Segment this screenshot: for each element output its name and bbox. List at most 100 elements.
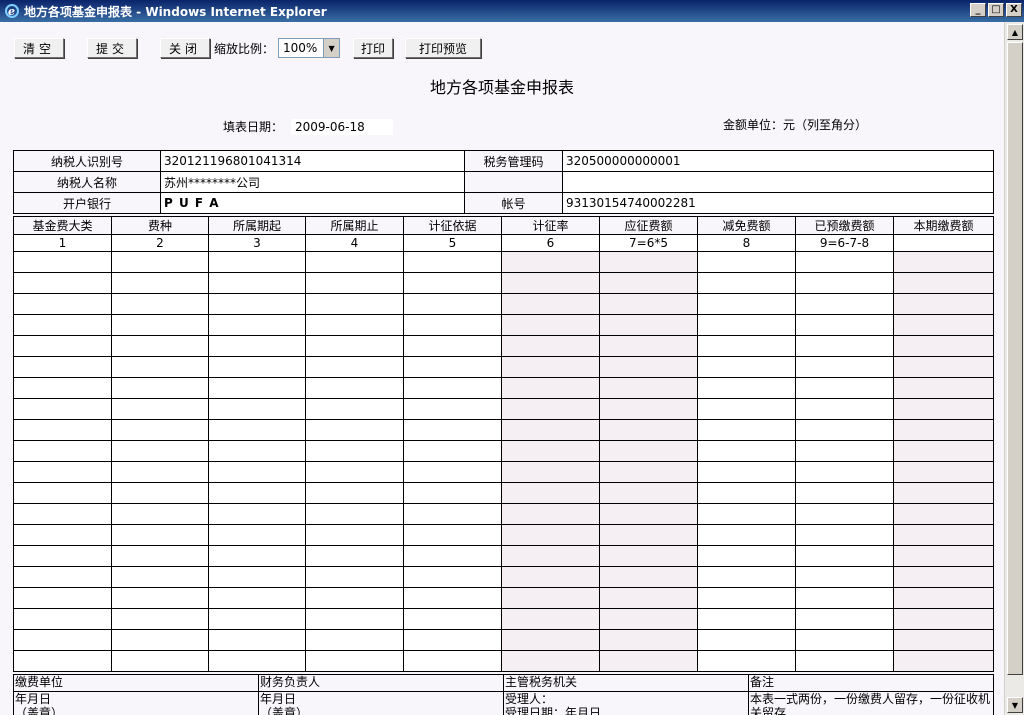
entry-cell[interactable] [599,629,698,651]
entry-cell[interactable] [111,440,209,462]
entry-cell[interactable] [697,650,796,672]
entry-cell[interactable] [697,419,796,441]
scroll-thumb[interactable] [1007,42,1023,675]
entry-cell[interactable] [599,503,698,525]
entry-cell[interactable] [501,377,600,399]
scroll-down-icon[interactable]: ▼ [1007,697,1023,713]
entry-cell[interactable] [501,314,600,336]
entry-cell[interactable] [893,545,994,567]
entry-cell[interactable] [13,503,112,525]
entry-cell[interactable] [111,650,209,672]
entry-cell[interactable] [208,272,306,294]
entry-cell[interactable] [305,335,404,357]
entry-cell[interactable] [697,251,796,273]
entry-cell[interactable] [403,272,502,294]
entry-cell[interactable] [697,461,796,483]
entry-cell[interactable] [795,503,894,525]
entry-cell[interactable] [111,272,209,294]
entry-cell[interactable] [13,440,112,462]
entry-cell[interactable] [403,398,502,420]
entry-cell[interactable] [208,335,306,357]
entry-cell[interactable] [111,314,209,336]
entry-cell[interactable] [501,461,600,483]
entry-cell[interactable] [697,335,796,357]
entry-cell[interactable] [13,356,112,378]
entry-cell[interactable] [13,566,112,588]
entry-cell[interactable] [208,545,306,567]
fill-date-value[interactable]: 2009-06-18 [291,118,394,135]
entry-cell[interactable] [208,461,306,483]
print-preview-button[interactable]: 打印预览 [405,38,482,58]
entry-cell[interactable] [697,566,796,588]
entry-cell[interactable] [697,545,796,567]
entry-cell[interactable] [208,293,306,315]
entry-cell[interactable] [403,482,502,504]
entry-cell[interactable] [501,482,600,504]
entry-cell[interactable] [501,293,600,315]
entry-cell[interactable] [13,524,112,546]
entry-cell[interactable] [893,650,994,672]
entry-cell[interactable] [893,335,994,357]
entry-cell[interactable] [795,545,894,567]
entry-cell[interactable] [599,461,698,483]
entry-cell[interactable] [501,545,600,567]
entry-cell[interactable] [501,398,600,420]
entry-cell[interactable] [403,251,502,273]
entry-cell[interactable] [501,608,600,630]
entry-cell[interactable] [13,650,112,672]
entry-cell[interactable] [305,356,404,378]
entry-cell[interactable] [403,314,502,336]
entry-cell[interactable] [795,314,894,336]
entry-cell[interactable] [13,629,112,651]
entry-cell[interactable] [13,251,112,273]
entry-cell[interactable] [795,398,894,420]
entry-cell[interactable] [795,629,894,651]
entry-cell[interactable] [795,440,894,462]
entry-cell[interactable] [208,314,306,336]
entry-cell[interactable] [305,419,404,441]
vertical-scrollbar[interactable]: ▲ ▼ [1004,22,1024,715]
taxpayer-name-field[interactable]: 苏州********公司 [160,171,465,193]
entry-cell[interactable] [208,356,306,378]
entry-cell[interactable] [697,398,796,420]
entry-cell[interactable] [208,650,306,672]
entry-cell[interactable] [501,335,600,357]
entry-cell[interactable] [111,545,209,567]
entry-cell[interactable] [403,335,502,357]
entry-cell[interactable] [403,356,502,378]
entry-cell[interactable] [893,503,994,525]
entry-cell[interactable] [795,251,894,273]
entry-cell[interactable] [599,272,698,294]
entry-cell[interactable] [111,356,209,378]
entry-cell[interactable] [893,608,994,630]
entry-cell[interactable] [795,293,894,315]
entry-cell[interactable] [13,587,112,609]
entry-cell[interactable] [403,503,502,525]
entry-cell[interactable] [208,419,306,441]
entry-cell[interactable] [599,335,698,357]
entry-cell[interactable] [305,440,404,462]
entry-cell[interactable] [501,419,600,441]
entry-cell[interactable] [13,314,112,336]
entry-cell[interactable] [599,293,698,315]
entry-cell[interactable] [697,314,796,336]
entry-cell[interactable] [403,440,502,462]
dropdown-arrow-icon[interactable]: ▼ [323,39,340,57]
entry-cell[interactable] [403,545,502,567]
entry-cell[interactable] [305,482,404,504]
entry-cell[interactable] [697,608,796,630]
entry-cell[interactable] [697,293,796,315]
entry-cell[interactable] [893,461,994,483]
entry-cell[interactable] [111,377,209,399]
entry-cell[interactable] [697,377,796,399]
entry-cell[interactable] [599,482,698,504]
entry-cell[interactable] [697,272,796,294]
entry-cell[interactable] [599,587,698,609]
entry-cell[interactable] [305,377,404,399]
entry-cell[interactable] [893,251,994,273]
entry-cell[interactable] [697,482,796,504]
entry-cell[interactable] [599,440,698,462]
close-window-button[interactable]: X [1006,3,1022,17]
close-button[interactable]: 关闭 [160,38,210,58]
entry-cell[interactable] [697,587,796,609]
